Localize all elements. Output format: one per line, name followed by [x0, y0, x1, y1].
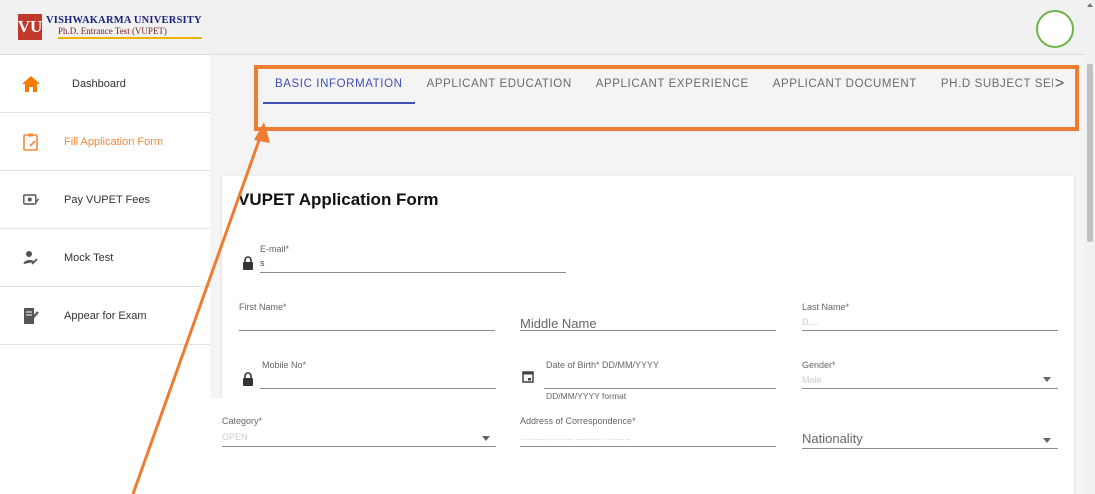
scroll-up-icon[interactable] — [1087, 3, 1093, 7]
scroll-thumb[interactable] — [1087, 64, 1093, 242]
page-scrollbar[interactable] — [1085, 0, 1095, 494]
annotation-arrow — [131, 122, 270, 494]
